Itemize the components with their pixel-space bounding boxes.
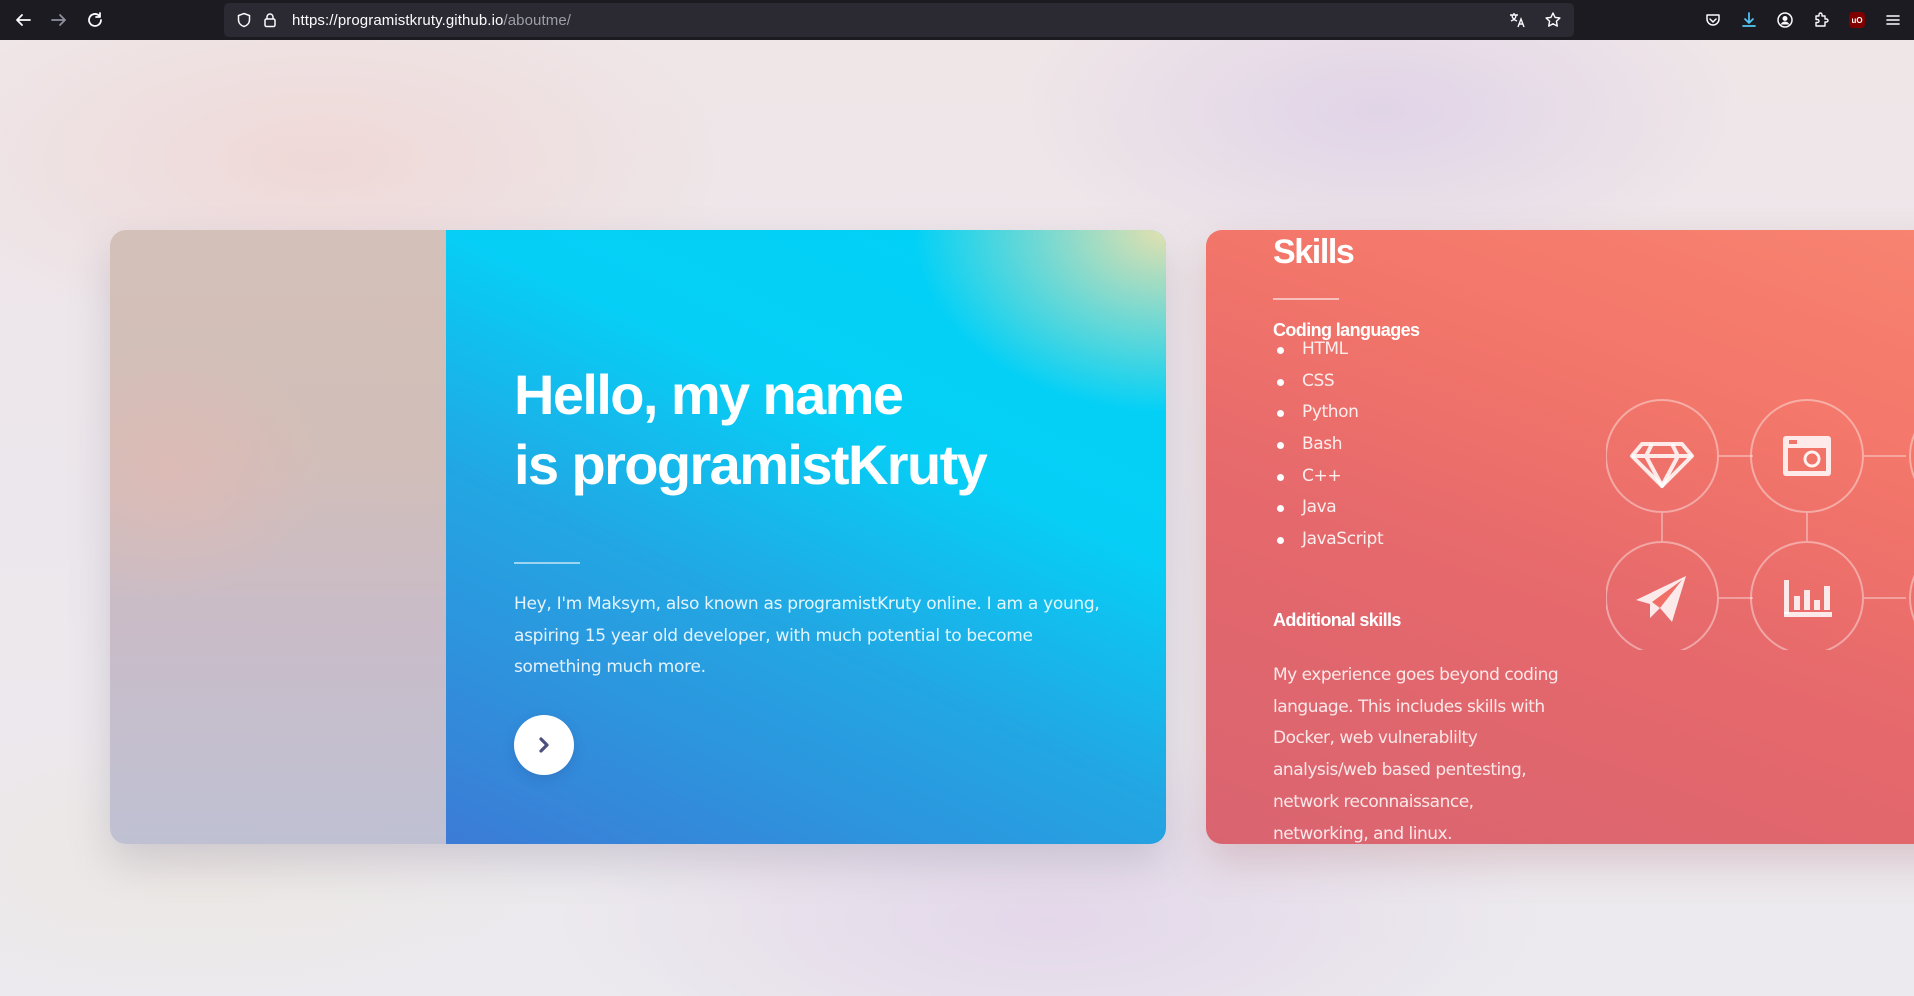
account-icon[interactable] bbox=[1772, 7, 1798, 33]
coding-languages-list: HTML CSS Python Bash C++ Java JavaScript bbox=[1273, 334, 1384, 556]
list-item: CSS bbox=[1273, 366, 1383, 398]
intro-heading: Hello, my name is programistKruty bbox=[514, 360, 988, 500]
download-icon[interactable] bbox=[1736, 7, 1762, 33]
next-slide-button[interactable] bbox=[514, 715, 574, 775]
heading-divider bbox=[514, 562, 580, 564]
skills-title: Skills bbox=[1273, 233, 1355, 271]
additional-skills-heading: Additional skills bbox=[1273, 610, 1401, 630]
extensions-puzzle-icon[interactable] bbox=[1808, 7, 1834, 33]
pocket-icon[interactable] bbox=[1700, 7, 1726, 33]
list-item: HTML bbox=[1273, 334, 1383, 366]
skills-icon-network bbox=[1606, 399, 1914, 650]
list-item: Java bbox=[1273, 492, 1383, 524]
lock-icon[interactable] bbox=[260, 10, 280, 30]
list-item: JavaScript bbox=[1273, 524, 1384, 556]
bar-chart-icon bbox=[1784, 580, 1832, 617]
intro-bio: Hey, I'm Maksym, also known as programis… bbox=[514, 594, 1100, 677]
browser-window-icon bbox=[1783, 436, 1831, 476]
additional-skills-text: My experience goes beyond coding languag… bbox=[1273, 665, 1559, 844]
tracking-protection-shield-icon[interactable] bbox=[234, 10, 254, 30]
star-icon[interactable] bbox=[1540, 7, 1566, 33]
forward-arrow-icon[interactable] bbox=[46, 7, 72, 33]
page-content: Hello, my name is programistKruty Hey, I… bbox=[0, 40, 1914, 996]
list-item: Python bbox=[1273, 397, 1383, 429]
profile-image bbox=[110, 230, 446, 844]
url-host: https://programistkruty.github.io bbox=[292, 11, 504, 29]
intro-card-body: Hello, my name is programistKruty Hey, I… bbox=[446, 230, 1166, 844]
chevron-right-icon bbox=[539, 737, 549, 753]
intro-heading-line2: is programistKruty bbox=[514, 433, 988, 496]
browser-toolbar: https://programistkruty.github.io/aboutm… bbox=[0, 0, 1914, 40]
back-arrow-icon[interactable] bbox=[10, 7, 36, 33]
list-item: Bash bbox=[1273, 429, 1383, 461]
intro-heading-line1: Hello, my name bbox=[514, 363, 904, 426]
ublock-origin-icon[interactable]: uO bbox=[1844, 7, 1870, 33]
diamond-icon bbox=[1630, 442, 1694, 488]
address-bar[interactable]: https://programistkruty.github.io/aboutm… bbox=[224, 3, 1574, 37]
skills-card: Skills Coding languages HTML CSS Python … bbox=[1206, 230, 1914, 844]
hamburger-menu-icon[interactable] bbox=[1880, 7, 1906, 33]
intro-card: Hello, my name is programistKruty Hey, I… bbox=[110, 230, 1166, 844]
ublock-badge: uO bbox=[1849, 12, 1865, 28]
translate-icon[interactable] bbox=[1504, 7, 1530, 33]
skills-divider bbox=[1273, 298, 1339, 300]
url-path: /aboutme/ bbox=[503, 11, 572, 29]
list-item: C++ bbox=[1273, 461, 1383, 493]
url-text[interactable]: https://programistkruty.github.io/aboutm… bbox=[292, 12, 571, 29]
reload-icon[interactable] bbox=[82, 7, 108, 33]
paper-plane-icon bbox=[1636, 576, 1686, 622]
